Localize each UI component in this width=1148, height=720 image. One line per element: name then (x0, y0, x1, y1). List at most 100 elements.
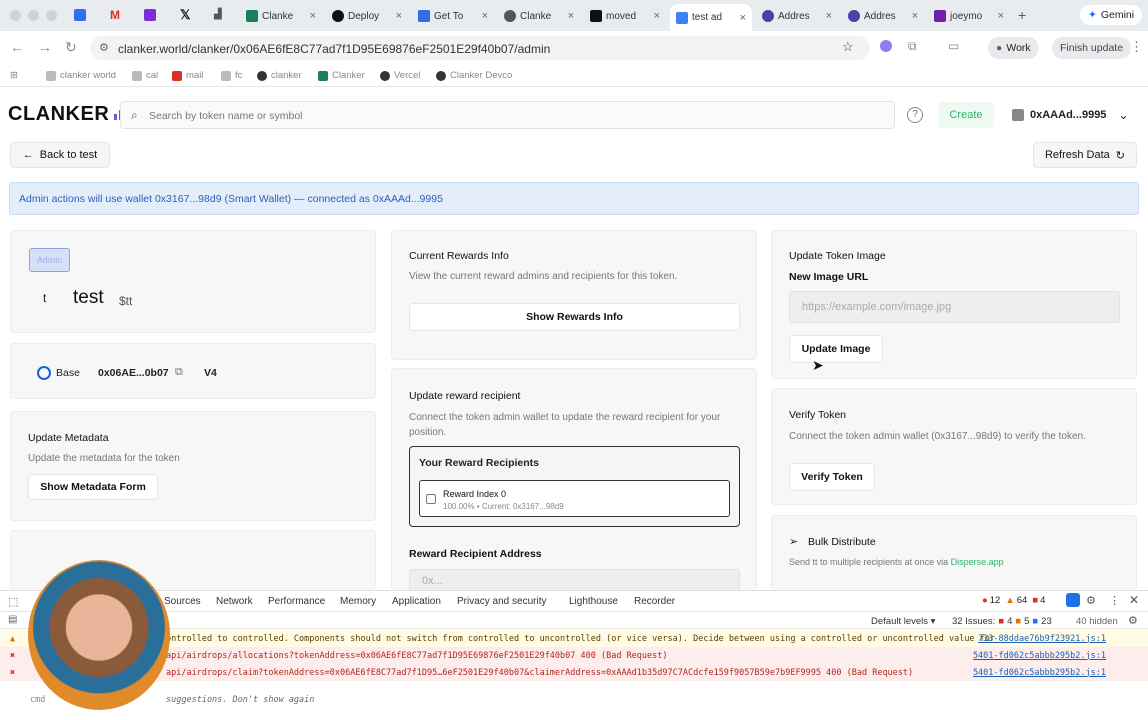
update-image-button[interactable]: Update Image (789, 335, 883, 363)
side-panel-icon[interactable]: ▭ (948, 39, 959, 53)
bookmark-3[interactable]: fc (221, 70, 242, 81)
tab-active[interactable]: test ad × (670, 4, 752, 31)
image-url-input[interactable]: https://example.com/image.jpg (789, 291, 1120, 323)
console-counts[interactable]: ● 12 ▲ 64 ■ 4 (982, 595, 1045, 606)
apps-grid-icon[interactable]: ⊞ (10, 70, 18, 81)
window-close-button[interactable] (10, 10, 21, 21)
account-button[interactable]: 0xAAAd...9995 ⌄ (1004, 102, 1129, 128)
tab-6[interactable]: Addres × (756, 5, 838, 27)
clanker-logo[interactable]: CLANKER (8, 103, 128, 126)
tab-1[interactable]: Deploy × (326, 5, 408, 27)
close-icon[interactable]: × (998, 10, 1004, 22)
window-minimize-button[interactable] (28, 10, 39, 21)
help-icon[interactable]: ? (907, 107, 923, 123)
reward-index-row[interactable]: Reward Index 0 100.00% • Current: 0x3167… (419, 480, 730, 517)
close-icon[interactable]: × (740, 12, 746, 24)
menu-dots-icon[interactable]: ⋮ (1130, 39, 1143, 55)
log-text: suggestions. Don't show again (166, 694, 315, 705)
refresh-data-button[interactable]: Refresh Data ↻ (1033, 142, 1137, 168)
new-tab-plus-icon[interactable]: + (1018, 7, 1026, 23)
bookmark-1[interactable]: cal (132, 70, 158, 81)
tab-3[interactable]: Clanke × (498, 5, 580, 27)
issue-warning-count: 5 (1024, 616, 1030, 627)
close-icon[interactable]: × (826, 10, 832, 22)
close-devtools-icon[interactable]: ✕ (1129, 593, 1139, 607)
close-icon[interactable]: × (482, 10, 488, 22)
create-button[interactable]: Create (938, 102, 994, 128)
bookmark-6[interactable]: Vercel (380, 70, 420, 81)
log-source-link[interactable]: 5401-fd062c5abbb295b2.js:1 (973, 651, 1106, 661)
show-metadata-form-button[interactable]: Show Metadata Form (28, 474, 158, 500)
devtools-tab-sources[interactable]: Sources (164, 596, 201, 607)
issues-button[interactable]: 32 Issues: ■ 4 ■ 5 ■ 23 (952, 616, 1052, 627)
back-to-token-button[interactable]: ← Back to test (10, 142, 110, 168)
close-icon[interactable]: × (568, 10, 574, 22)
tab-8[interactable]: joeymo × (928, 5, 1010, 27)
pinned-tab-calendar-icon[interactable] (74, 9, 86, 21)
console-error-row[interactable]: ✖ api/airdrops/claim?tokenAddress=0x06AE… (0, 664, 1148, 681)
console-settings-icon[interactable]: ⚙ (1128, 614, 1138, 627)
reload-icon[interactable]: ↻ (65, 39, 77, 56)
bookmark-4[interactable]: clanker (257, 70, 302, 81)
log-source-link[interactable]: 5401-fd062c5abbb295b2.js:1 (973, 668, 1106, 678)
devtools-tab-lighthouse[interactable]: Lighthouse (569, 596, 618, 607)
window-zoom-button[interactable] (46, 10, 57, 21)
more-vert-icon[interactable]: ⋮ (1109, 594, 1120, 607)
bookmark-0[interactable]: clanker world (46, 70, 116, 81)
tab-0[interactable]: Clanke × (240, 5, 322, 27)
back-arrow-icon[interactable]: ← (10, 39, 24, 55)
site-info-icon[interactable]: ⚙ (99, 41, 109, 54)
devtools-tab-recorder[interactable]: Recorder (634, 596, 675, 607)
finish-update-button[interactable]: Finish update (1052, 37, 1132, 59)
token-chain-card: Base 0x06AE...0b07 ⧉ V4 (10, 343, 376, 399)
console-warning-row[interactable]: ▲ ontrolled to controlled. Components sh… (0, 630, 1148, 647)
pinned-tab-gmail-icon[interactable]: M (110, 8, 120, 22)
hidden-count: 40 hidden (1076, 616, 1118, 627)
settings-gear-icon[interactable]: ⚙ (1086, 594, 1096, 607)
close-icon[interactable]: × (654, 10, 660, 22)
disperse-link[interactable]: Disperse.app (951, 557, 1004, 567)
bookmark-5[interactable]: Clanker (318, 70, 365, 81)
profile-work-button[interactable]: ● Work (988, 37, 1039, 59)
admin-badge: Admin (29, 248, 70, 272)
sidebar-toggle-icon[interactable]: ▤ (8, 614, 17, 625)
default-levels-dropdown[interactable]: Default levels ▾ (871, 616, 935, 627)
search-input[interactable]: ⌕ Search by token name or symbol (120, 101, 895, 129)
tab-2[interactable]: Get To × (412, 5, 494, 27)
devtools-panel: ⬚ Sources Network Performance Memory App… (0, 590, 1148, 720)
devtools-tab-memory[interactable]: Memory (340, 596, 376, 607)
pinned-tab-chart-icon[interactable]: ▟ (214, 9, 222, 20)
gemini-button[interactable]: ✦ Gemini (1080, 5, 1143, 25)
pinned-tab-x-icon[interactable]: 𝕏 (180, 7, 190, 23)
close-icon[interactable]: × (310, 10, 316, 22)
extension-icon[interactable] (880, 40, 892, 52)
reward-checkbox[interactable] (426, 494, 436, 504)
show-rewards-info-button[interactable]: Show Rewards Info (409, 303, 740, 331)
devtools-tab-privacy[interactable]: Privacy and security (457, 596, 546, 607)
extensions-puzzle-icon[interactable]: ⧉ (908, 39, 917, 54)
bookmark-7[interactable]: Clanker Devco (436, 70, 512, 81)
devtools-tab-performance[interactable]: Performance (268, 596, 325, 607)
tab-7[interactable]: Addres × (842, 5, 924, 27)
inspect-element-icon[interactable]: ⬚ (8, 595, 18, 608)
bulk-desc-text: Send tt to multiple recipients at once v… (789, 557, 949, 567)
devtools-tab-network[interactable]: Network (216, 596, 253, 607)
devtools-tab-application[interactable]: Application (392, 596, 441, 607)
bookmark-favicon-icon (221, 70, 231, 81)
pinned-tab-app-icon[interactable] (144, 9, 156, 21)
devtools-ai-icon[interactable] (1066, 593, 1080, 607)
verify-token-button[interactable]: Verify Token (789, 463, 875, 491)
bookmark-2[interactable]: mail (172, 70, 203, 81)
console-error-row[interactable]: ✖ api/airdrops/allocations?tokenAddress=… (0, 647, 1148, 664)
log-source-link[interactable]: 733-88ddae76b9f23921.js:1 (978, 634, 1106, 644)
tab-4[interactable]: moved × (584, 5, 666, 27)
input-placeholder: https://example.com/image.jpg (802, 301, 952, 313)
reward-recipient-address-input[interactable]: 0x... (409, 569, 740, 591)
url-text[interactable]: clanker.world/clanker/0x06AE6fE8C77ad7f1… (118, 42, 550, 56)
copy-icon[interactable]: ⧉ (175, 366, 183, 379)
close-icon[interactable]: × (912, 10, 918, 22)
close-icon[interactable]: × (396, 10, 402, 22)
forward-arrow-icon[interactable]: → (38, 39, 52, 55)
bookmark-star-icon[interactable]: ☆ (842, 39, 854, 55)
tab-label: Clanke (262, 10, 294, 22)
